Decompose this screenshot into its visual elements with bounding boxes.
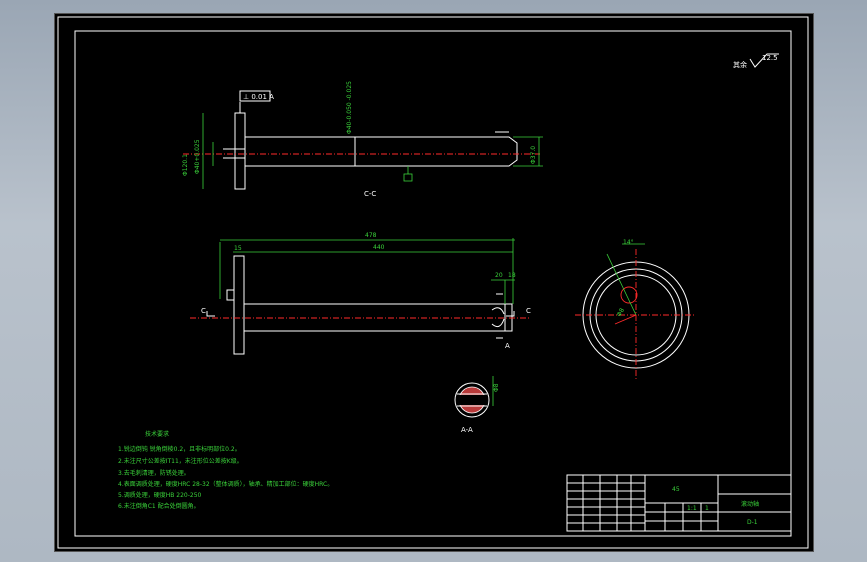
- view-c-c: Φ120.1 Φ40+0.025 Φ40-0.050 -0.025 Φ37.0 …: [182, 81, 543, 198]
- flange-dia-label: Φ120.1: [182, 154, 189, 176]
- tech-req-line: 5.调质处理，硬度HB 220-250: [118, 491, 202, 499]
- tech-req-title: 技术要求: [145, 430, 169, 438]
- pin-dia-label: Φ8: [493, 383, 500, 392]
- bore-dia-label: Φ40+0.025: [194, 139, 201, 174]
- shaft-dia-label: Φ40-0.050 -0.025: [346, 81, 353, 134]
- cut-a-label: A: [505, 342, 510, 350]
- cad-drawing: 其余 12.5 Φ120.1 Φ40+0.025 Φ40-0.050 -0.02…: [57, 16, 809, 549]
- end-dia-label: Φ37.0: [530, 146, 537, 164]
- drawing-no-label: D-1: [747, 519, 758, 526]
- tech-req-line: 2.未注尺寸公差按IT11，未注形位公差按K级。: [118, 457, 243, 465]
- title-block: 45 滚动轴 D-1 1:1 1: [566, 474, 792, 532]
- tech-req-line: 3.去毛刺清理，防锈处理。: [118, 469, 190, 477]
- part-name-label: 滚动轴: [741, 500, 759, 508]
- view-main: C C A 478 440 15 20 18: [190, 232, 531, 355]
- overall-length-label: 478: [365, 232, 377, 239]
- scale-label: 1:1: [687, 505, 697, 512]
- tech-req-line: 4.表面调质处理，硬度HRC 28-32（整体调质），轴承、精加工部位：硬度HR…: [118, 480, 333, 488]
- section-aa-label: A-A: [461, 426, 473, 434]
- tolerance-label: ⊥ 0.01 A: [243, 93, 274, 101]
- tech-req-line: 6.未注倒角C1 配合处倒圆角。: [118, 502, 200, 510]
- flange-thickness-label: 15: [234, 245, 242, 252]
- cut-c-left: C: [201, 307, 206, 315]
- roughness-label: 其余: [733, 60, 747, 69]
- slot-b-label: 18: [508, 272, 516, 279]
- sheet-label: 1: [705, 505, 709, 512]
- slot-a-label: 20: [495, 272, 503, 279]
- section-cc-label: C-C: [364, 190, 376, 198]
- outer-border: [57, 16, 809, 549]
- view-end: 14° Φ8: [575, 239, 695, 379]
- material-label: 45: [672, 486, 680, 493]
- cut-c-right: C: [526, 307, 531, 315]
- roughness-value: 12.5: [762, 54, 778, 62]
- roughness-symbol: 其余 12.5: [733, 53, 779, 69]
- hole-dia-label: Φ8: [616, 307, 626, 318]
- shaft-length-label: 440: [373, 244, 385, 251]
- tech-req-line: 1.锐边倒钝 锐角倒棱0.2，且非标明部位0.2。: [118, 445, 241, 453]
- tech-requirements: 技术要求 1.锐边倒钝 锐角倒棱0.2，且非标明部位0.2。 2.未注尺寸公差按…: [118, 430, 333, 510]
- view-a-a: Φ8 A-A: [454, 376, 500, 434]
- drawing-canvas: 其余 12.5 Φ120.1 Φ40+0.025 Φ40-0.050 -0.02…: [54, 13, 814, 552]
- angle-label: 14°: [623, 239, 634, 246]
